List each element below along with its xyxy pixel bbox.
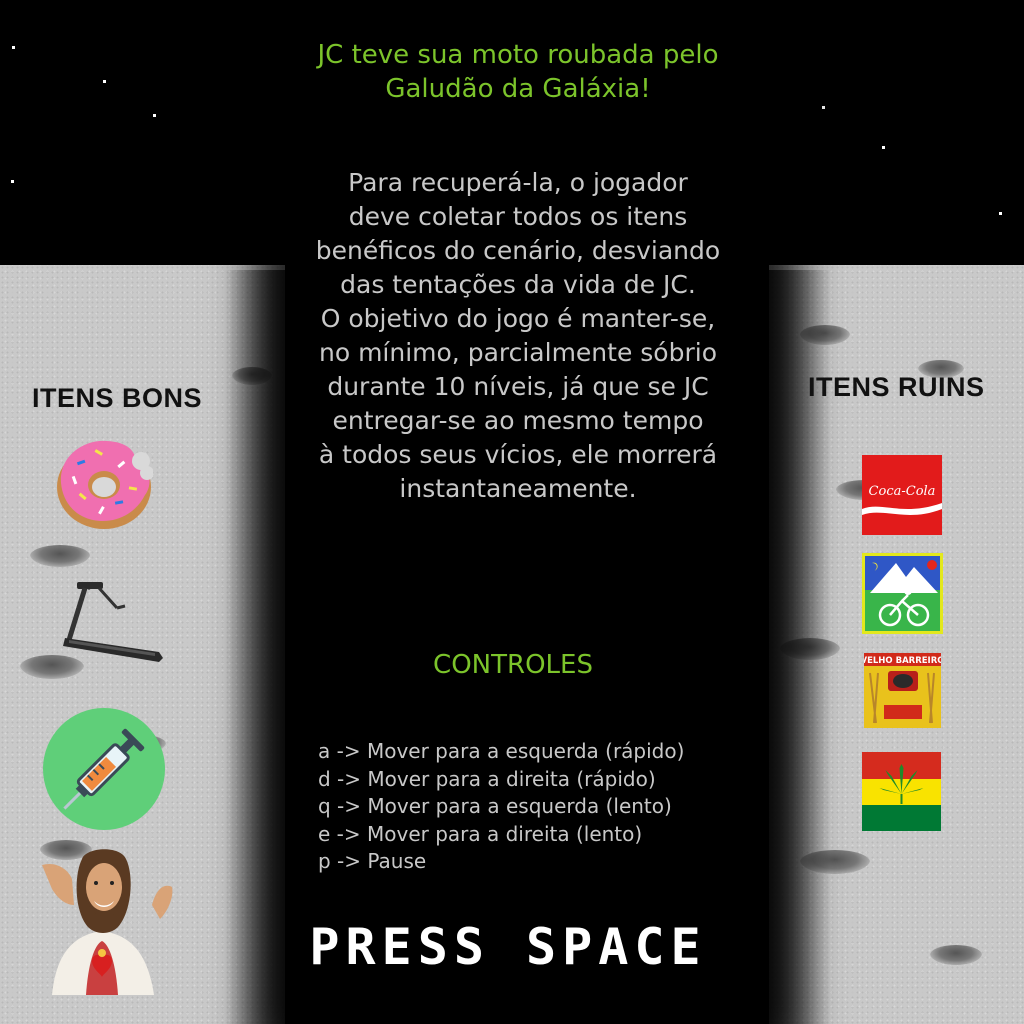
story-line: entregar-se ao mesmo tempo — [332, 406, 704, 435]
story-line: instantaneamente. — [399, 474, 637, 503]
good-items-title: ITENS BONS — [32, 383, 203, 413]
velho-barreiro-icon: VELHO BARREIRO — [861, 653, 945, 728]
controls-list: a -> Mover para a esquerda (rápido) d ->… — [318, 738, 738, 876]
controls-title: CONTROLES — [433, 650, 593, 680]
velho-barreiro-label: VELHO BARREIRO — [864, 656, 941, 666]
buddy-christ-icon — [22, 845, 184, 995]
bad-items-title: ITENS RUINS — [808, 372, 985, 402]
press-space-prompt[interactable]: PRESS SPACE — [290, 912, 726, 982]
control-item: e -> Mover para a direita (lento) — [318, 821, 643, 846]
story-line: à todos seus vícios, ele morrerá — [318, 440, 718, 469]
story-line: O objetivo do jogo é manter-se, — [320, 304, 716, 333]
bicycle-day-icon — [862, 553, 943, 634]
syringe-icon — [42, 707, 166, 831]
story-line: deve coletar todos os itens — [348, 202, 688, 231]
story-line: das tentações da vida de JC. — [340, 270, 696, 299]
story-line: durante 10 níveis, já que se JC — [327, 372, 709, 401]
coca-cola-icon: Coca-Cola — [862, 455, 942, 535]
intro-line: Galudão da Galáxia! — [385, 74, 651, 104]
coca-cola-label: Coca-Cola — [869, 484, 936, 499]
control-item: d -> Mover para a direita (rápido) — [318, 766, 656, 791]
game-instructions-screen: JC teve sua moto roubada pelo Galudão da… — [0, 0, 1024, 1024]
story-line: Para recuperá-la, o jogador — [348, 168, 688, 197]
control-item: p -> Pause — [318, 849, 427, 873]
intro-text: JC teve sua moto roubada pelo Galudão da… — [290, 38, 746, 106]
story-line: no mínimo, parcialmente sóbrio — [318, 338, 717, 367]
donut-icon — [55, 435, 154, 531]
control-item: q -> Mover para a esquerda (lento) — [318, 794, 672, 818]
story-text: Para recuperá-la, o jogador deve coletar… — [290, 166, 746, 506]
treadmill-icon — [55, 578, 170, 668]
cannabis-flag-icon — [862, 752, 941, 831]
control-item: a -> Mover para a esquerda (rápido) — [318, 739, 685, 763]
story-line: benéficos do cenário, desviando — [315, 236, 721, 265]
intro-line: JC teve sua moto roubada pelo — [317, 40, 719, 70]
